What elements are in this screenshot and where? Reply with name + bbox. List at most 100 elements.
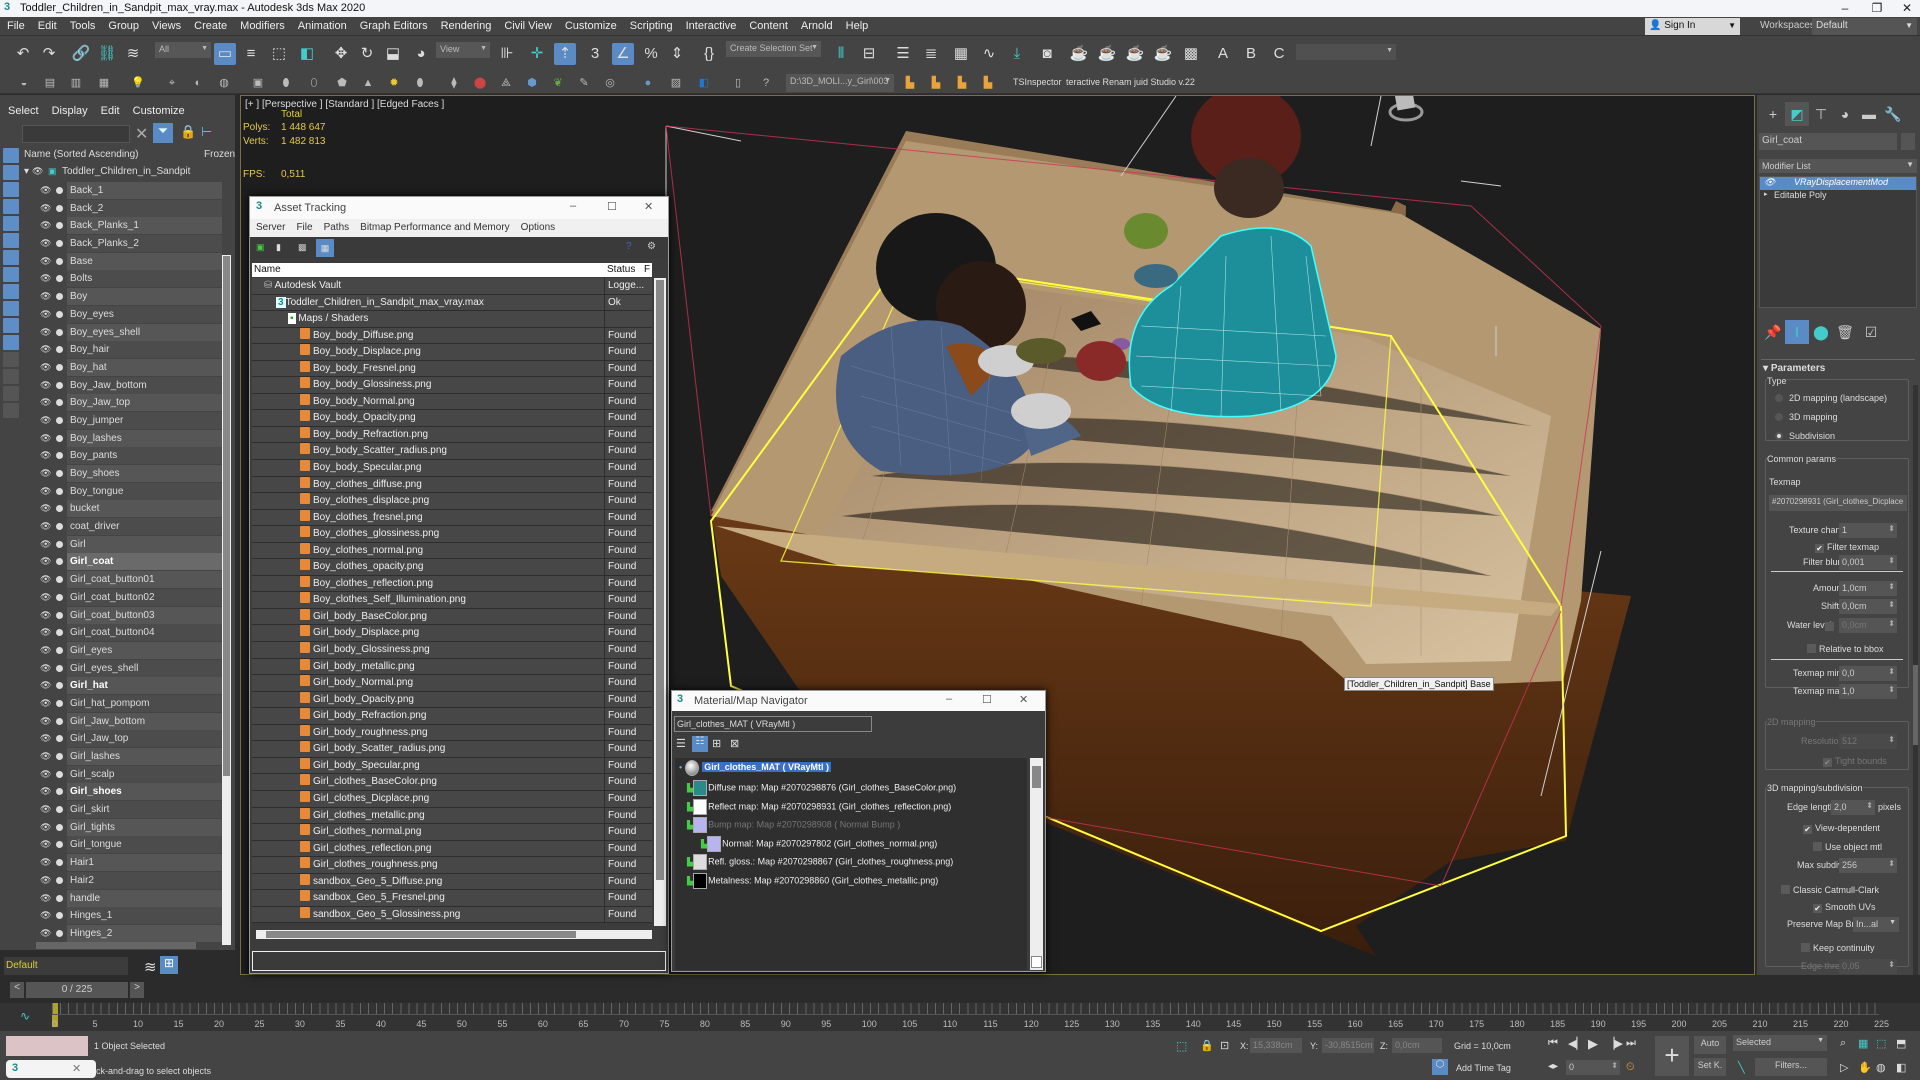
render-dot-icon[interactable] [56, 416, 63, 424]
volume-icon[interactable]: ⬢ [524, 75, 540, 91]
object-row[interactable]: 👁Boy❄ [22, 288, 222, 306]
asset-row[interactable]: Girl_clothes_normal.png Found [252, 824, 652, 841]
menu-options[interactable]: Options [515, 219, 560, 233]
object-row[interactable]: 👁Back_1❄ [22, 182, 222, 200]
layers-icon[interactable]: ≋ [144, 958, 157, 976]
render-in-cloud-icon[interactable]: ▩ [1180, 43, 1202, 65]
render-dot-icon[interactable] [56, 841, 63, 849]
thumbnail-icon[interactable]: ▩ [298, 242, 307, 253]
zoom-extents-icon[interactable]: ⬚ [1876, 1037, 1886, 1050]
render-dot-icon[interactable] [56, 204, 63, 212]
material-editor-icon[interactable]: ◙ [1036, 43, 1058, 65]
render-production-icon[interactable]: ☕ [1124, 43, 1146, 65]
visibility-eye-icon[interactable]: 👁 [40, 536, 51, 553]
lock-icon[interactable]: 🔒 [180, 124, 196, 140]
bind-space-warp-icon[interactable]: ≋ [122, 43, 144, 65]
scrollbar-thumb[interactable] [1913, 665, 1918, 745]
rect-selection-icon[interactable]: ⬚ [268, 43, 290, 65]
view-list-icons-icon[interactable]: ☷ [692, 736, 708, 752]
asset-list-scrollbar[interactable] [654, 278, 666, 926]
smooth-uvs-checkbox[interactable]: ✔ Smooth UVs [1813, 902, 1876, 913]
asset-row[interactable]: Girl_body_Specular.png Found [252, 757, 652, 775]
maximize-viewport-icon[interactable]: ◧ [1896, 1061, 1906, 1074]
clipper-icon[interactable]: ◎ [602, 75, 618, 91]
edit-named-sets-icon[interactable]: {} [698, 43, 720, 65]
geometry-filter-icon[interactable] [3, 148, 19, 163]
close-icon[interactable]: ✕ [72, 1062, 81, 1075]
dome-light-icon[interactable]: ⬮ [412, 75, 428, 91]
align-icon[interactable]: ⊟ [858, 43, 880, 65]
render-dot-icon[interactable] [56, 894, 63, 902]
visibility-eye-icon[interactable]: 👁 [40, 890, 51, 907]
rotate-icon[interactable]: ↻ [356, 43, 378, 65]
edge-length-spinner[interactable]: 2,0 [1831, 800, 1875, 815]
menu-file[interactable]: File [290, 219, 317, 233]
amount-spinner[interactable]: 1,0cm [1839, 581, 1897, 596]
asset-row[interactable]: Boy_body_Refraction.png Found [252, 426, 652, 444]
make-unique-icon[interactable]: ⬤ [1809, 320, 1833, 344]
stack-item-vraydisplacementmod[interactable]: 👁 VRayDisplacementMod [1760, 177, 1916, 190]
visibility-eye-icon[interactable]: 👁 [40, 907, 51, 924]
object-color-swatch[interactable] [1901, 133, 1915, 150]
sign-in-dropdown[interactable]: 👤 Sign In ▼ [1645, 18, 1740, 35]
asset-row[interactable]: Girl_body_Scatter_radius.png Found [252, 741, 652, 758]
visibility-eye-icon[interactable]: 👁 [40, 730, 51, 747]
menu-customize[interactable]: Customize [558, 17, 623, 32]
close-button[interactable]: ✕ [1019, 693, 1028, 706]
refresh-icon[interactable]: ▣ [256, 242, 265, 253]
asset-row[interactable]: ▪ Maps / Shaders [252, 311, 652, 328]
asset-row[interactable]: Girl_clothes_roughness.png Found [252, 857, 652, 874]
object-row[interactable]: 👁Girl_coat_button01❄ [22, 571, 222, 589]
utilities-tab-icon[interactable]: 🔧 [1881, 102, 1905, 126]
render-activeshade-icon[interactable]: ☕ [1152, 43, 1174, 65]
sun-icon[interactable]: ✹ [386, 75, 402, 91]
view-large-icons-icon[interactable]: ⊠ [730, 737, 739, 750]
object-row[interactable]: 👁Girl_hat❄ [22, 677, 222, 695]
hidden-filter-icon[interactable] [3, 335, 19, 350]
map-node[interactable]: ▙ Reflect map: Map #2070298931 (Girl_clot… [687, 798, 951, 815]
visibility-eye-icon[interactable]: 👁 [40, 518, 51, 535]
menu-content[interactable]: Content [742, 17, 794, 32]
grid-icon[interactable]: ▦ [96, 75, 112, 91]
toolbar-extra-dropdown[interactable] [1296, 44, 1396, 60]
render-dot-icon[interactable] [56, 240, 63, 248]
menu-rendering[interactable]: Rendering [434, 17, 498, 32]
render-dot-icon[interactable] [56, 629, 63, 637]
asset-row[interactable]: Boy_clothes_reflection.png Found [252, 575, 652, 593]
object-row[interactable]: 👁Girl_eyes_shell❄ [22, 659, 222, 678]
column-f-header[interactable]: F [644, 264, 650, 275]
window-crossing-icon[interactable]: ◧ [296, 43, 318, 65]
select-manipulate-icon[interactable]: ✛ [526, 43, 548, 65]
radio-2d-mapping[interactable]: 2D mapping (landscape) [1775, 393, 1887, 403]
menu-civil-view[interactable]: Civil View [497, 17, 557, 32]
maxscript-listener[interactable] [6, 1036, 88, 1056]
zoom-icon[interactable]: ⌕ [1840, 1037, 1846, 1050]
scrollbar-thumb[interactable] [223, 256, 230, 776]
visibility-eye-icon[interactable]: 👁 [40, 660, 51, 677]
render-dot-icon[interactable] [56, 664, 63, 672]
project-folder-icon[interactable]: ▙ [928, 75, 944, 91]
track-bar[interactable]: ∿ 0 5 10 15 20 25 30 35 40 45 50 55 60 65 70 75 80 85 90 95… [0, 1003, 1920, 1031]
scrollbar-thumb[interactable] [656, 280, 664, 880]
prev-frame-icon[interactable]: ◀▏ [1568, 1037, 1585, 1050]
select-object-icon[interactable]: ▭ [214, 43, 236, 65]
viewport-label-menu[interactable]: [+ ] [Perspective ] [Standard ] [Edged F… [245, 99, 444, 110]
scrollbar-thumb[interactable] [266, 931, 576, 938]
asset-row[interactable]: Girl_body_Displace.png Found [252, 625, 652, 643]
expand-icon[interactable]: ▸ [1764, 190, 1768, 198]
motion-tab-icon[interactable]: ◕ [1833, 102, 1857, 126]
select-by-name-icon[interactable]: ≡ [240, 43, 262, 65]
explorer-tab-select[interactable]: Select [0, 95, 44, 117]
object-row[interactable]: 👁Boy_hair❄ [22, 341, 222, 359]
curve-editor-icon[interactable]: ∿ [978, 43, 1000, 65]
texmap-max-spinner[interactable]: 1,0 [1839, 684, 1897, 699]
remove-modifier-icon[interactable]: 🗑 [1833, 320, 1857, 344]
render-dot-icon[interactable] [56, 540, 63, 548]
geo-icon[interactable]: ⬟ [334, 75, 350, 91]
visibility-eye-icon[interactable]: 👁 [40, 819, 51, 836]
asset-row[interactable]: sandbox_Geo_5_Diffuse.png Found [252, 873, 652, 891]
asset-row[interactable]: Boy_clothes_normal.png Found [252, 542, 652, 560]
minimize-button[interactable]: – [946, 693, 952, 705]
pivot-icon[interactable]: ⊪ [496, 43, 518, 65]
menu-tools[interactable]: Tools [63, 17, 102, 32]
